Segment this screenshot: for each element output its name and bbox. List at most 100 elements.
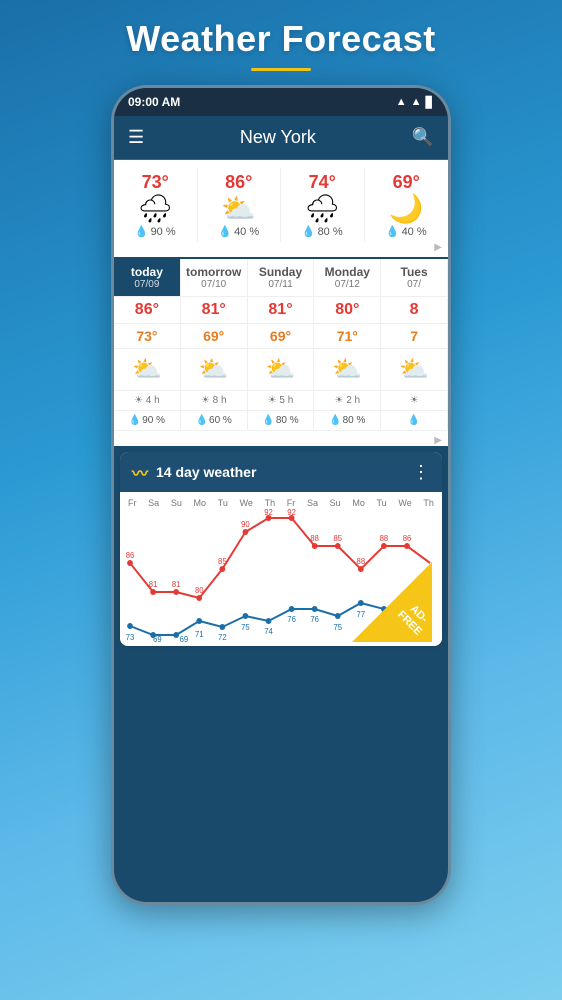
hourly-item: 74° 🌧 💧80 % [281, 168, 365, 242]
daily-low-sunday: 69° [248, 324, 315, 348]
daily-rain-today: 💧 90 % [114, 411, 181, 430]
daily-icon-tuesday: ⛅ [381, 349, 448, 390]
hourly-icon-1: ⛅ [221, 195, 256, 223]
forecast14-header: 〰 14 day weather ⋮ [120, 452, 442, 492]
svg-text:88: 88 [380, 534, 389, 543]
svg-text:86: 86 [126, 551, 135, 560]
svg-text:69: 69 [180, 635, 189, 644]
svg-text:92: 92 [264, 508, 273, 517]
daily-sun-today: ☀ 4 h [114, 391, 181, 410]
hourly-item: 86° ⛅ 💧40 % [198, 168, 282, 242]
day-label-6: Th [265, 498, 276, 508]
daily-icon-today: ⛅ [114, 349, 181, 390]
forecast14-section: 〰 14 day weather ⋮ Fr Sa Su Mo Tu We Th … [120, 452, 442, 646]
battery-icon: ▊ [426, 96, 434, 109]
daily-rain-tuesday: 💧 [381, 411, 448, 430]
svg-text:80: 80 [195, 586, 204, 595]
day-label-10: Mo [352, 498, 365, 508]
daily-sun-sunday: ☀ 5 h [248, 391, 315, 410]
search-icon[interactable]: 🔍 [412, 127, 434, 148]
svg-text:90: 90 [241, 520, 250, 529]
forecast14-icon: 〰 [132, 460, 148, 484]
daily-low-today: 73° [114, 324, 181, 348]
daily-high-tuesday: 8 [381, 297, 448, 323]
day-label-12: We [398, 498, 411, 508]
svg-text:72: 72 [218, 633, 227, 642]
svg-text:88: 88 [310, 534, 319, 543]
city-name: New York [240, 127, 316, 148]
hourly-rain-0: 💧90 % [135, 225, 176, 238]
daily-high-sunday: 81° [248, 297, 315, 323]
hourly-item: 73° 🌧 💧90 % [114, 168, 198, 242]
hourly-section: 73° 🌧 💧90 % 86° ⛅ 💧40 % 74° 🌧 💧80 % 69° … [114, 160, 448, 257]
daily-rain-sunday: 💧 80 % [248, 411, 315, 430]
status-bar: 09:00 AM ▲ ▲ ▊ [114, 88, 448, 116]
daily-high-monday: 80° [314, 297, 381, 323]
svg-text:74: 74 [264, 627, 273, 636]
svg-text:69: 69 [153, 635, 162, 644]
daily-sun-tomorrow: ☀ 8 h [181, 391, 248, 410]
hourly-rain-2: 💧80 % [302, 225, 343, 238]
daily-rain-tomorrow: 💧 60 % [181, 411, 248, 430]
daily-header-tuesday[interactable]: Tues 07/ [381, 259, 448, 296]
hourly-temp-1: 86° [225, 172, 252, 193]
hourly-temp-2: 74° [309, 172, 336, 193]
svg-text:85: 85 [333, 534, 342, 543]
title-underline [251, 68, 311, 71]
forecast14-chart: Fr Sa Su Mo Tu We Th Fr Sa Su Mo Tu We T… [120, 492, 442, 646]
daily-header-sunday[interactable]: Sunday 07/11 [248, 259, 315, 296]
daily-sun-monday: ☀ 2 h [314, 391, 381, 410]
day-label-9: Su [330, 498, 341, 508]
hourly-rain-1: 💧40 % [218, 225, 259, 238]
daily-low-tuesday: 7 [381, 324, 448, 348]
daily-low-tomorrow: 69° [181, 324, 248, 348]
hourly-temp-3: 69° [393, 172, 420, 193]
hourly-icon-3: 🌙 [389, 195, 424, 223]
svg-text:75: 75 [241, 623, 250, 632]
daily-section: today 07/09 tomorrow 07/10 Sunday 07/11 … [114, 259, 448, 446]
day-label-1: Sa [148, 498, 159, 508]
svg-text:85: 85 [218, 557, 227, 566]
forecast14-title-text: 14 day weather [156, 464, 256, 480]
day-label-3: Mo [194, 498, 207, 508]
svg-text:81: 81 [172, 580, 181, 589]
hourly-item: 69° 🌙 💧40 % [365, 168, 449, 242]
forecast14-more-icon[interactable]: ⋮ [412, 462, 430, 483]
app-bar: ☰ New York 🔍 [114, 116, 448, 160]
daily-low-monday: 71° [314, 324, 381, 348]
daily-icon-sunday: ⛅ [248, 349, 315, 390]
chart-area: 86 81 81 80 85 90 92 92 88 [130, 512, 432, 642]
status-time: 09:00 AM [128, 95, 180, 109]
day-label-11: Tu [377, 498, 387, 508]
status-icons: ▲ ▲ ▊ [396, 96, 434, 109]
hourly-icon-0: 🌧 [137, 195, 173, 223]
daily-icon-tomorrow: ⛅ [181, 349, 248, 390]
svg-text:75: 75 [333, 623, 342, 632]
daily-high-tomorrow: 81° [181, 297, 248, 323]
day-label-0: Fr [128, 498, 137, 508]
hourly-temp-0: 73° [142, 172, 169, 193]
day-label-7: Fr [287, 498, 296, 508]
wifi-icon: ▲ [396, 96, 407, 108]
daily-header-today[interactable]: today 07/09 [114, 259, 181, 296]
menu-icon[interactable]: ☰ [128, 127, 144, 148]
daily-icon-monday: ⛅ [314, 349, 381, 390]
hourly-rain-3: 💧40 % [386, 225, 427, 238]
svg-text:71: 71 [195, 630, 204, 639]
daily-rain-monday: 💧 80 % [314, 411, 381, 430]
page-title: Weather Forecast [126, 18, 435, 60]
hourly-icon-2: 🌧 [304, 195, 340, 223]
daily-header-monday[interactable]: Monday 07/12 [314, 259, 381, 296]
day-label-4: Tu [218, 498, 228, 508]
day-labels-row: Fr Sa Su Mo Tu We Th Fr Sa Su Mo Tu We T… [128, 498, 434, 508]
forecast14-title: 〰 14 day weather [132, 460, 256, 484]
day-label-2: Su [171, 498, 182, 508]
svg-text:76: 76 [310, 615, 319, 624]
svg-text:92: 92 [287, 508, 296, 517]
day-label-13: Th [423, 498, 434, 508]
svg-text:76: 76 [287, 615, 296, 624]
svg-text:81: 81 [149, 580, 158, 589]
day-label-5: We [240, 498, 253, 508]
signal-icon: ▲ [411, 96, 422, 108]
daily-header-tomorrow[interactable]: tomorrow 07/10 [181, 259, 248, 296]
